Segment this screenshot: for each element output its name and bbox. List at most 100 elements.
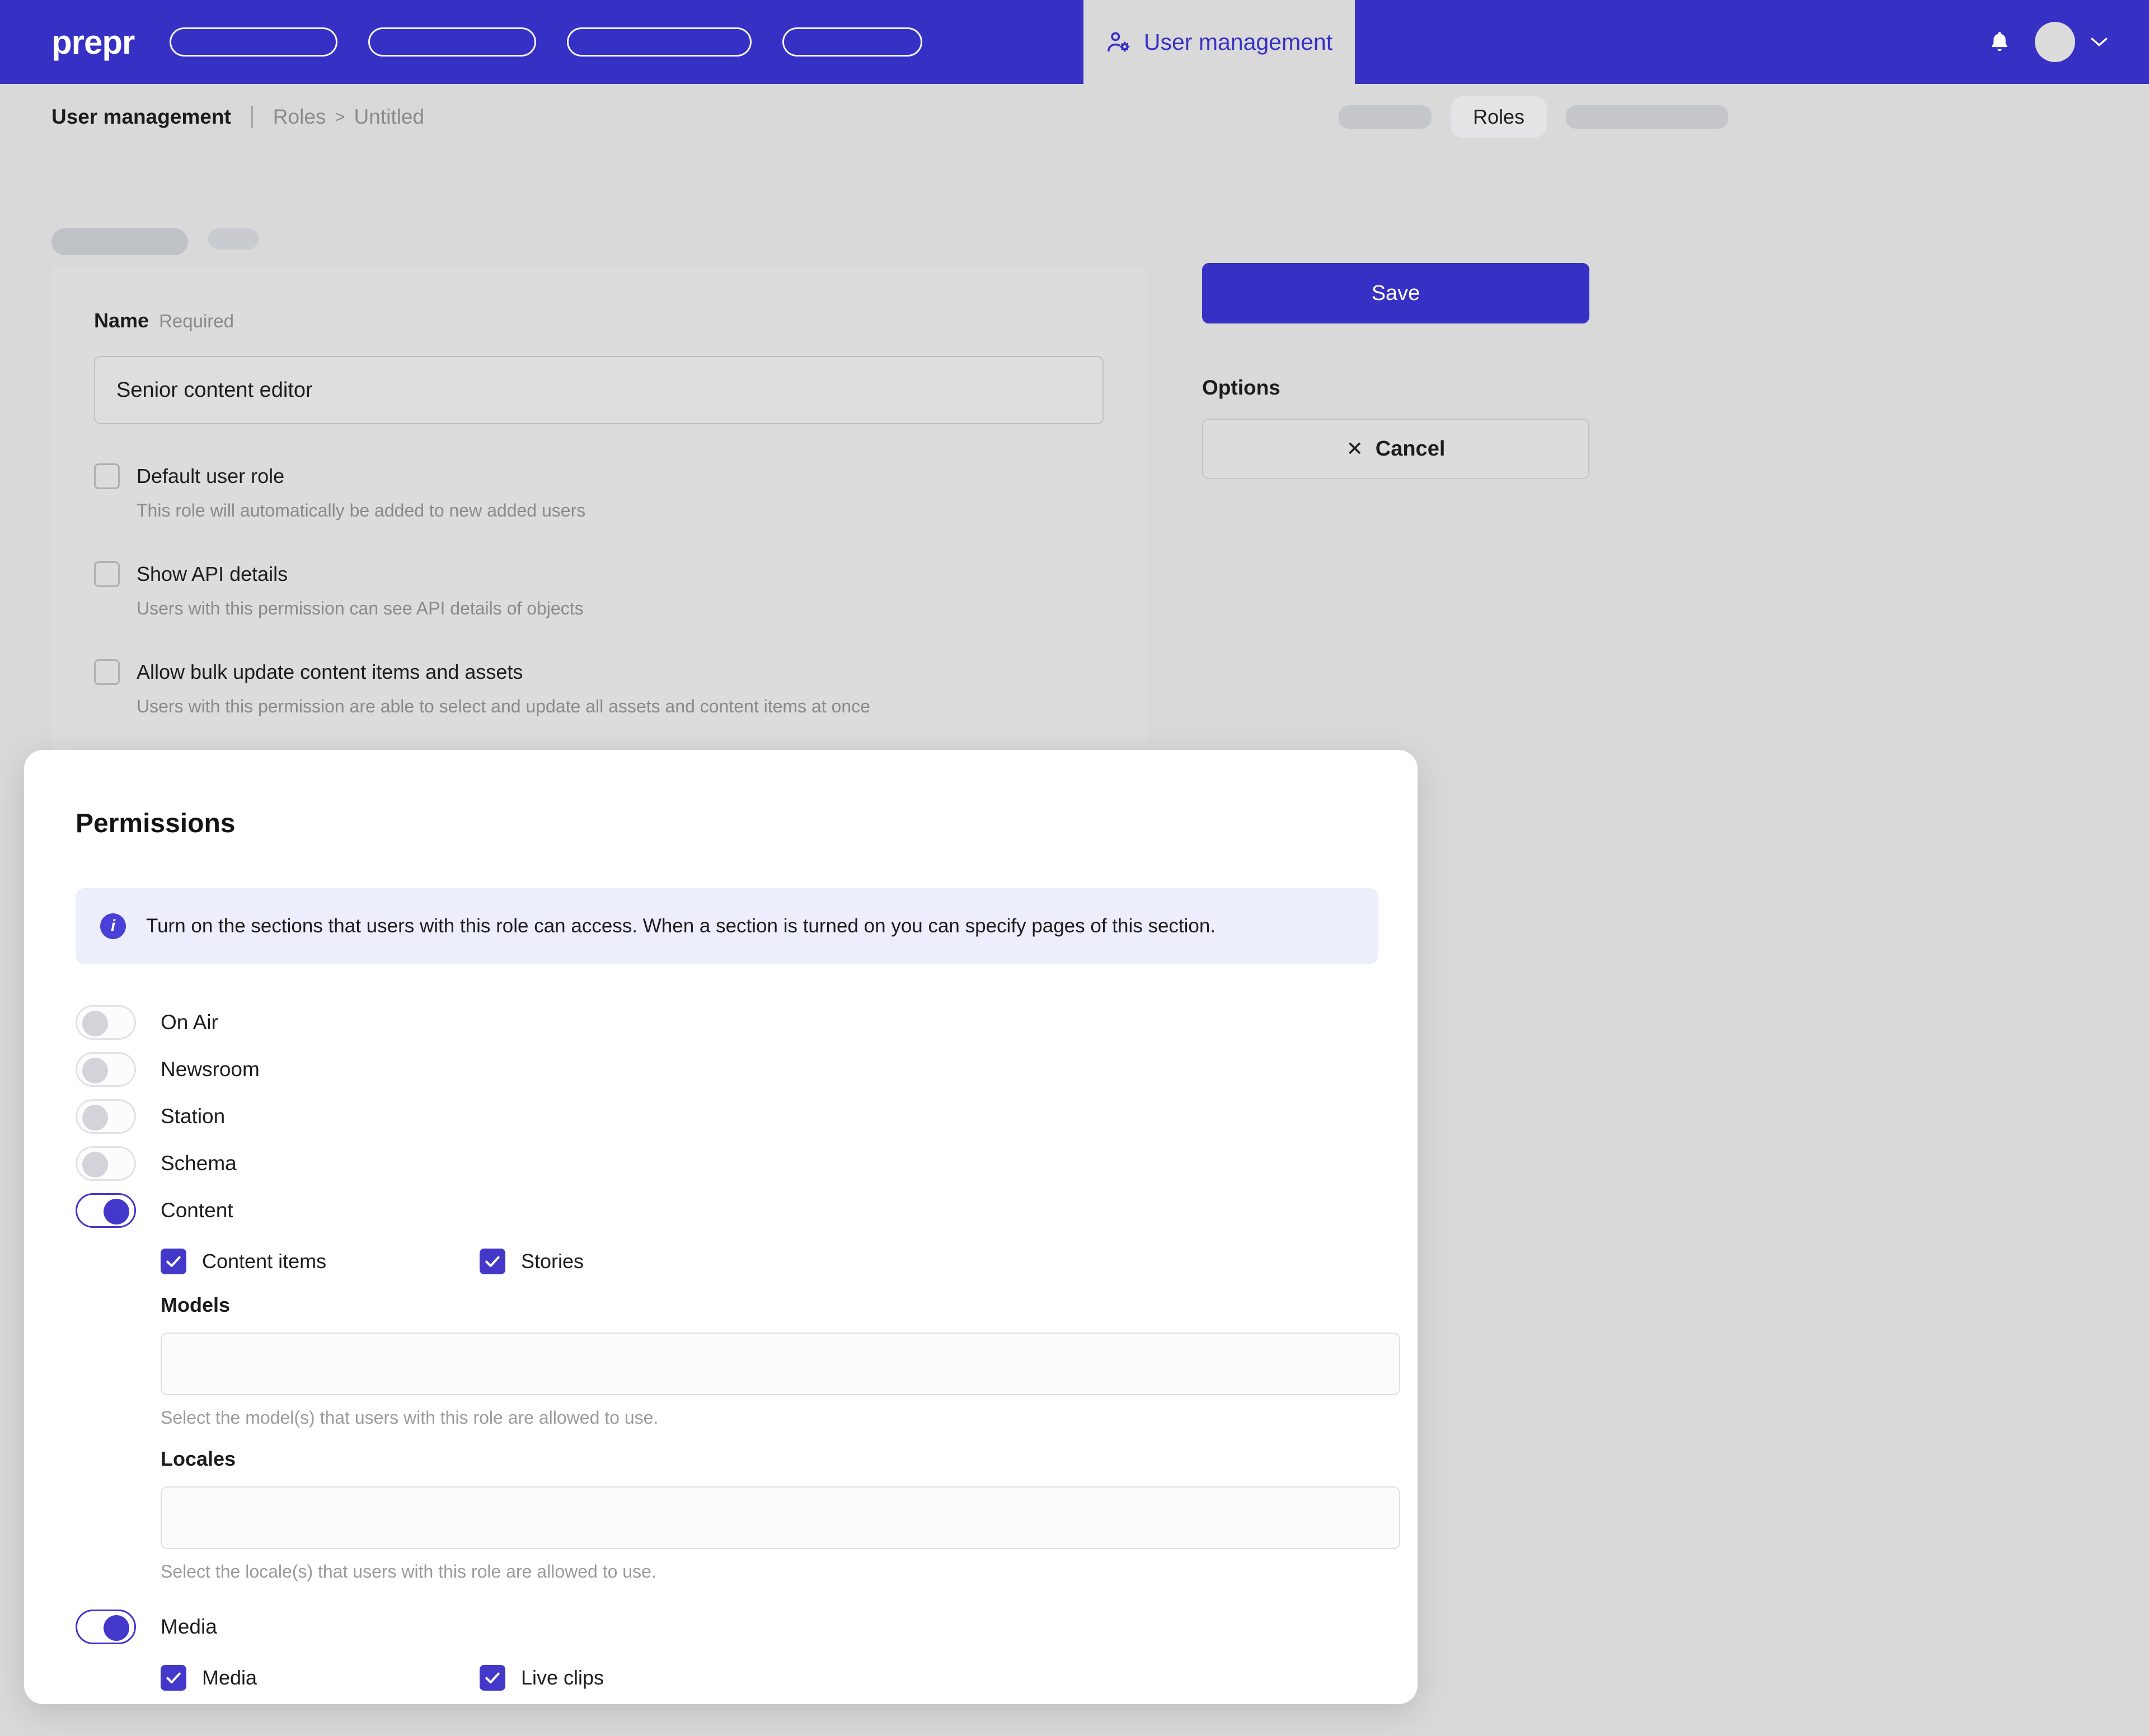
breadcrumb-divider (251, 106, 253, 128)
checkbox-show-api-details[interactable] (94, 561, 120, 587)
name-required-tag: Required (159, 311, 234, 331)
nav-pill-3[interactable] (567, 27, 752, 57)
check-icon (166, 1256, 181, 1267)
section-label: Schema (161, 1152, 237, 1175)
models-label: Models (161, 1293, 231, 1316)
placeholder-tab-left[interactable] (1338, 105, 1432, 129)
checkbox-media[interactable] (161, 1665, 186, 1691)
options-label: Options (1202, 376, 1280, 399)
modal-title: Permissions (76, 809, 236, 838)
toggle-newsroom[interactable] (76, 1052, 136, 1087)
section-row-schema[interactable]: Schema (76, 1140, 1418, 1187)
toggle-knob (104, 1199, 129, 1224)
name-field-label-row: Name Required (94, 309, 1104, 332)
section-row-newsroom[interactable]: Newsroom (76, 1046, 1418, 1093)
section-label: Media (161, 1615, 217, 1638)
nav-tab-user-management[interactable]: User management (1083, 0, 1355, 84)
locales-field-block: Locales Select the locale(s) that users … (161, 1447, 1418, 1582)
permission-row: Show API details Users with this permiss… (94, 561, 1104, 619)
breadcrumb: User management Roles > Untitled (51, 105, 424, 129)
app-root: prepr User management User management Ro… (0, 0, 2149, 1736)
toggle-knob (82, 1105, 108, 1130)
toggle-knob (82, 1152, 108, 1177)
info-icon: i (100, 913, 126, 939)
nav-pill-1[interactable] (170, 27, 338, 57)
section-row-station[interactable]: Station (76, 1093, 1418, 1140)
section-label: Station (161, 1105, 226, 1128)
toggle-on-air[interactable] (76, 1005, 136, 1040)
permission-description: Users with this permission are able to s… (137, 696, 870, 716)
section-row-media[interactable]: Media (76, 1603, 1418, 1650)
breadcrumb-parent[interactable]: Roles (273, 105, 326, 129)
media-page-media[interactable]: Media (161, 1665, 480, 1691)
close-icon: ✕ (1346, 437, 1363, 460)
toggle-content[interactable] (76, 1193, 136, 1228)
content-page-label: Content items (202, 1250, 327, 1273)
top-navigation-bar: prepr User management (0, 0, 2149, 84)
section-row-content[interactable]: Content (76, 1187, 1418, 1234)
avatar[interactable] (2035, 22, 2075, 62)
nav-tab-label: User management (1143, 29, 1333, 55)
bell-icon[interactable] (1987, 29, 2012, 55)
permission-row: Allow bulk update content items and asse… (94, 659, 1104, 717)
nav-pill-4[interactable] (782, 27, 923, 57)
check-icon (485, 1672, 500, 1683)
breadcrumb-current: Untitled (354, 105, 424, 128)
models-input[interactable] (161, 1333, 1400, 1395)
content-pages-row: Content items Stories (161, 1249, 1418, 1274)
toggle-knob (104, 1615, 129, 1641)
checkbox-live-clips[interactable] (480, 1665, 505, 1691)
user-settings-icon (1106, 29, 1132, 55)
media-page-live-clips[interactable]: Live clips (480, 1665, 799, 1691)
permission-label: Default user role (137, 465, 285, 487)
checkbox-stories[interactable] (480, 1249, 505, 1274)
checkbox-content-items[interactable] (161, 1249, 186, 1274)
action-panel: Save Options ✕ Cancel (1202, 263, 1589, 479)
locales-input[interactable] (161, 1486, 1400, 1549)
info-banner-text: Turn on the sections that users with thi… (146, 915, 1216, 937)
toggle-media[interactable] (76, 1610, 136, 1644)
sections-list: On Air Newsroom Station Schema Content C… (76, 999, 1418, 1704)
permission-label: Show API details (137, 562, 288, 585)
nav-pill-2[interactable] (368, 27, 537, 57)
checkbox-allow-bulk-update[interactable] (94, 659, 120, 685)
name-label: Name (94, 309, 149, 332)
models-hint: Select the model(s) that users with this… (161, 1407, 659, 1428)
cancel-button[interactable]: ✕ Cancel (1202, 419, 1589, 479)
content-page-content-items[interactable]: Content items (161, 1249, 480, 1274)
content-page-stories[interactable]: Stories (480, 1249, 799, 1274)
app-logo[interactable]: prepr (51, 23, 135, 62)
content-page-label: Stories (521, 1250, 584, 1273)
toggle-knob (82, 1058, 108, 1083)
placeholder-tab-right[interactable] (1566, 105, 1728, 129)
chevron-down-icon[interactable] (2090, 36, 2109, 48)
breadcrumb-right-tabs: Roles (1338, 84, 2149, 150)
page-subtitle-placeholder (208, 228, 259, 250)
models-field-block: Models Select the model(s) that users wi… (161, 1293, 1418, 1428)
media-page-label: Media (202, 1666, 257, 1689)
page-title-placeholder (51, 228, 188, 255)
page-title-skeleton (51, 228, 259, 255)
permission-description: This role will automatically be added to… (137, 500, 586, 520)
breadcrumb-section[interactable]: User management (51, 105, 231, 129)
section-label: On Air (161, 1011, 218, 1034)
breadcrumb-bar: User management Roles > Untitled Roles (0, 84, 2149, 150)
name-input[interactable]: Senior content editor (94, 356, 1104, 424)
save-button[interactable]: Save (1202, 263, 1589, 323)
permission-row: Default user role This role will automat… (94, 463, 1104, 521)
tab-roles[interactable]: Roles (1450, 96, 1547, 138)
topnav-right-cluster (1987, 0, 2149, 84)
media-page-label: Live clips (521, 1666, 604, 1689)
locales-label: Locales (161, 1447, 236, 1470)
toggle-schema[interactable] (76, 1146, 136, 1181)
permission-description: Users with this permission can see API d… (137, 598, 584, 618)
toggle-station[interactable] (76, 1099, 136, 1134)
account-menu[interactable] (2035, 22, 2109, 62)
locales-hint: Select the locale(s) that users with thi… (161, 1561, 656, 1582)
section-label: Content (161, 1199, 233, 1222)
toggle-knob (82, 1011, 108, 1036)
section-row-on-air[interactable]: On Air (76, 999, 1418, 1046)
breadcrumb-arrow-icon: > (335, 107, 345, 126)
checkbox-default-user-role[interactable] (94, 463, 120, 489)
info-banner: i Turn on the sections that users with t… (76, 888, 1378, 964)
